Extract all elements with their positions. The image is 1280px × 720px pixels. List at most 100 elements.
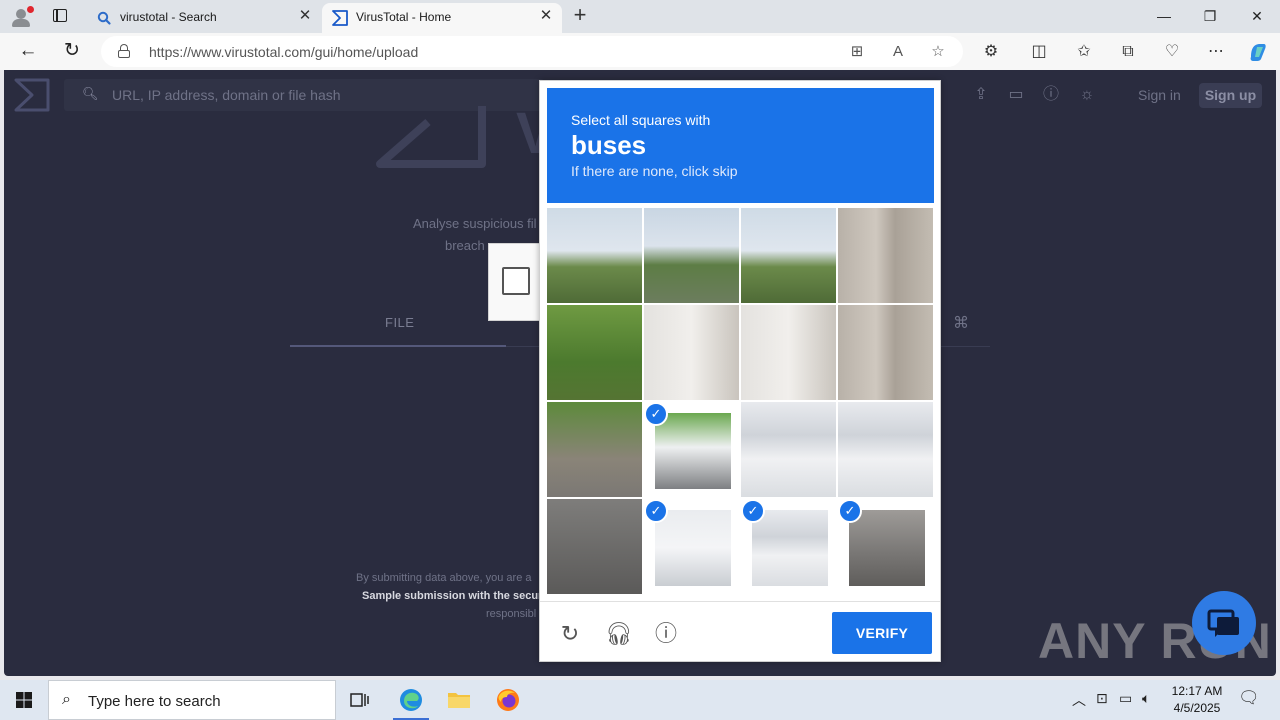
- info-icon[interactable]: ⓘ: [653, 621, 679, 647]
- search-icon: 🔍︎: [82, 86, 99, 101]
- copilot-icon[interactable]: [1246, 41, 1270, 63]
- back-button[interactable]: ←: [15, 39, 41, 65]
- captcha-tile[interactable]: [838, 208, 933, 303]
- vt-search-input[interactable]: [112, 85, 532, 105]
- captcha-tile[interactable]: [838, 305, 933, 400]
- captcha-tile-selected[interactable]: ✓: [644, 402, 739, 497]
- edge-app-icon[interactable]: [387, 680, 435, 720]
- terms-line1: By submitting data above, you are a: [356, 572, 532, 584]
- restore-button[interactable]: ❐: [1187, 0, 1233, 32]
- captcha-target: buses: [571, 130, 647, 160]
- network-icon[interactable]: ▭: [1119, 690, 1132, 707]
- tab-file[interactable]: FILE: [385, 315, 414, 330]
- captcha-challenge: Select all squares with buses If there a…: [539, 80, 941, 662]
- captcha-tile[interactable]: [741, 305, 836, 400]
- url-path: /gui/home/upload: [310, 44, 419, 60]
- verify-button[interactable]: VERIFY: [832, 612, 932, 654]
- search-icon: ⌕: [62, 691, 71, 708]
- captcha-tile-selected[interactable]: ✓: [838, 499, 933, 594]
- profile-icon[interactable]: [8, 5, 34, 29]
- firefox-icon[interactable]: [484, 680, 532, 720]
- audio-icon[interactable]: 🎧︎: [605, 621, 633, 647]
- close-tab-icon[interactable]: ✕: [297, 8, 313, 24]
- captcha-tile[interactable]: [741, 208, 836, 303]
- tab-virustotal-search[interactable]: virustotal - Search ✕: [86, 3, 321, 33]
- virustotal-logo-icon[interactable]: [14, 78, 50, 112]
- recaptcha-checkbox[interactable]: [502, 267, 530, 295]
- search-tab-icon[interactable]: ⌘: [953, 313, 969, 333]
- minimize-button[interactable]: —: [1141, 0, 1187, 32]
- split-screen-icon[interactable]: ◫: [1027, 41, 1051, 63]
- virustotal-big-logo: [376, 106, 486, 168]
- read-aloud-icon[interactable]: A: [889, 43, 907, 61]
- url-field[interactable]: https://www.virustotal.com/gui/home/uplo…: [101, 36, 963, 67]
- terms-line2: Sample submission with the secur: [362, 590, 543, 602]
- lock-icon[interactable]: [118, 44, 130, 58]
- browser-essentials-icon[interactable]: ♡: [1160, 41, 1184, 63]
- task-view-icon[interactable]: [336, 680, 384, 720]
- sign-up-button[interactable]: Sign up: [1199, 83, 1262, 108]
- new-tab-button[interactable]: +: [568, 3, 592, 29]
- close-tab-icon[interactable]: ✕: [538, 8, 554, 24]
- chat-icon[interactable]: ▭: [1006, 85, 1026, 105]
- clock-date: 4/5/2025: [1173, 701, 1221, 715]
- windows-logo-icon: [16, 692, 32, 708]
- extensions-icon[interactable]: ⚙: [979, 41, 1003, 63]
- captcha-instruction: Select all squares with: [571, 112, 711, 128]
- captcha-tile-selected[interactable]: ✓: [741, 499, 836, 594]
- collections-icon[interactable]: ⧉: [1116, 41, 1140, 63]
- tab-virustotal-home[interactable]: VirusTotal - Home ✕: [322, 3, 562, 33]
- check-icon: ✓: [741, 499, 765, 523]
- check-icon: ✓: [644, 402, 668, 426]
- close-window-button[interactable]: ✕: [1234, 0, 1280, 32]
- taskbar-search[interactable]: ⌕ Type here to search: [48, 680, 336, 720]
- sign-in-link[interactable]: Sign in: [1138, 87, 1181, 103]
- check-icon: ✓: [644, 499, 668, 523]
- show-hidden-icons[interactable]: ︿: [1072, 690, 1086, 710]
- notifications-icon[interactable]: 🗨︎: [1238, 688, 1260, 708]
- more-menu-icon[interactable]: ⋯: [1204, 41, 1228, 63]
- captcha-hint: If there are none, click skip: [571, 163, 738, 179]
- taskbar-search-placeholder: Type here to search: [88, 693, 221, 710]
- url-host: https://www.virustotal.com: [149, 44, 311, 60]
- virustotal-logo-icon: [332, 10, 348, 26]
- tab-file-indicator: [290, 345, 506, 347]
- refresh-button[interactable]: ↻: [59, 39, 85, 65]
- chat-icon: [1207, 609, 1239, 637]
- reload-icon[interactable]: ↻: [557, 621, 583, 647]
- captcha-tile[interactable]: [547, 402, 642, 497]
- captcha-tile[interactable]: [741, 402, 836, 497]
- volume-icon[interactable]: 🔈︎: [1142, 690, 1150, 707]
- clock-time: 12:17 AM: [1171, 684, 1223, 698]
- captcha-footer: ↻ 🎧︎ ⓘ VERIFY: [540, 601, 940, 661]
- vt-description-line1: Analyse suspicious fil: [413, 216, 537, 231]
- tab-title: VirusTotal - Home: [356, 10, 452, 24]
- captcha-tile[interactable]: [644, 208, 739, 303]
- file-explorer-icon[interactable]: [435, 680, 483, 720]
- theme-toggle-icon[interactable]: ☼: [1077, 85, 1097, 105]
- captcha-tile[interactable]: [838, 402, 933, 497]
- vt-description-line2: breach: [445, 238, 485, 253]
- meet-now-icon[interactable]: ⊡: [1096, 690, 1108, 707]
- upload-icon[interactable]: ⇪: [971, 85, 991, 105]
- tab-title: virustotal - Search: [120, 10, 217, 24]
- captcha-tile[interactable]: [644, 305, 739, 400]
- favorites-icon[interactable]: ✩: [1072, 41, 1096, 63]
- tab-actions-icon[interactable]: [53, 9, 67, 22]
- captcha-tile-selected[interactable]: ✓: [644, 499, 739, 594]
- captcha-tile[interactable]: [547, 305, 642, 400]
- captcha-tile[interactable]: [547, 208, 642, 303]
- captcha-header: Select all squares with buses If there a…: [547, 88, 934, 203]
- check-icon: ✓: [838, 499, 862, 523]
- terms-line3: responsibl: [486, 608, 537, 620]
- captcha-tile[interactable]: [547, 499, 642, 594]
- browser-tab-bar: virustotal - Search ✕ VirusTotal - Home …: [0, 0, 1280, 33]
- favorite-star-icon[interactable]: ☆: [929, 43, 947, 61]
- app-available-icon[interactable]: ⊞: [848, 43, 866, 61]
- start-button[interactable]: [0, 680, 48, 720]
- windows-taskbar: ⌕ Type here to search ︿ ⊡ ▭ 🔈︎ 12:17 AM …: [0, 680, 1280, 720]
- help-icon[interactable]: ⓘ: [1041, 85, 1061, 105]
- system-clock[interactable]: 12:17 AM 4/5/2025: [1162, 683, 1232, 717]
- url-text: https://www.virustotal.com/gui/home/uplo…: [149, 44, 418, 60]
- chat-button[interactable]: [1192, 591, 1256, 655]
